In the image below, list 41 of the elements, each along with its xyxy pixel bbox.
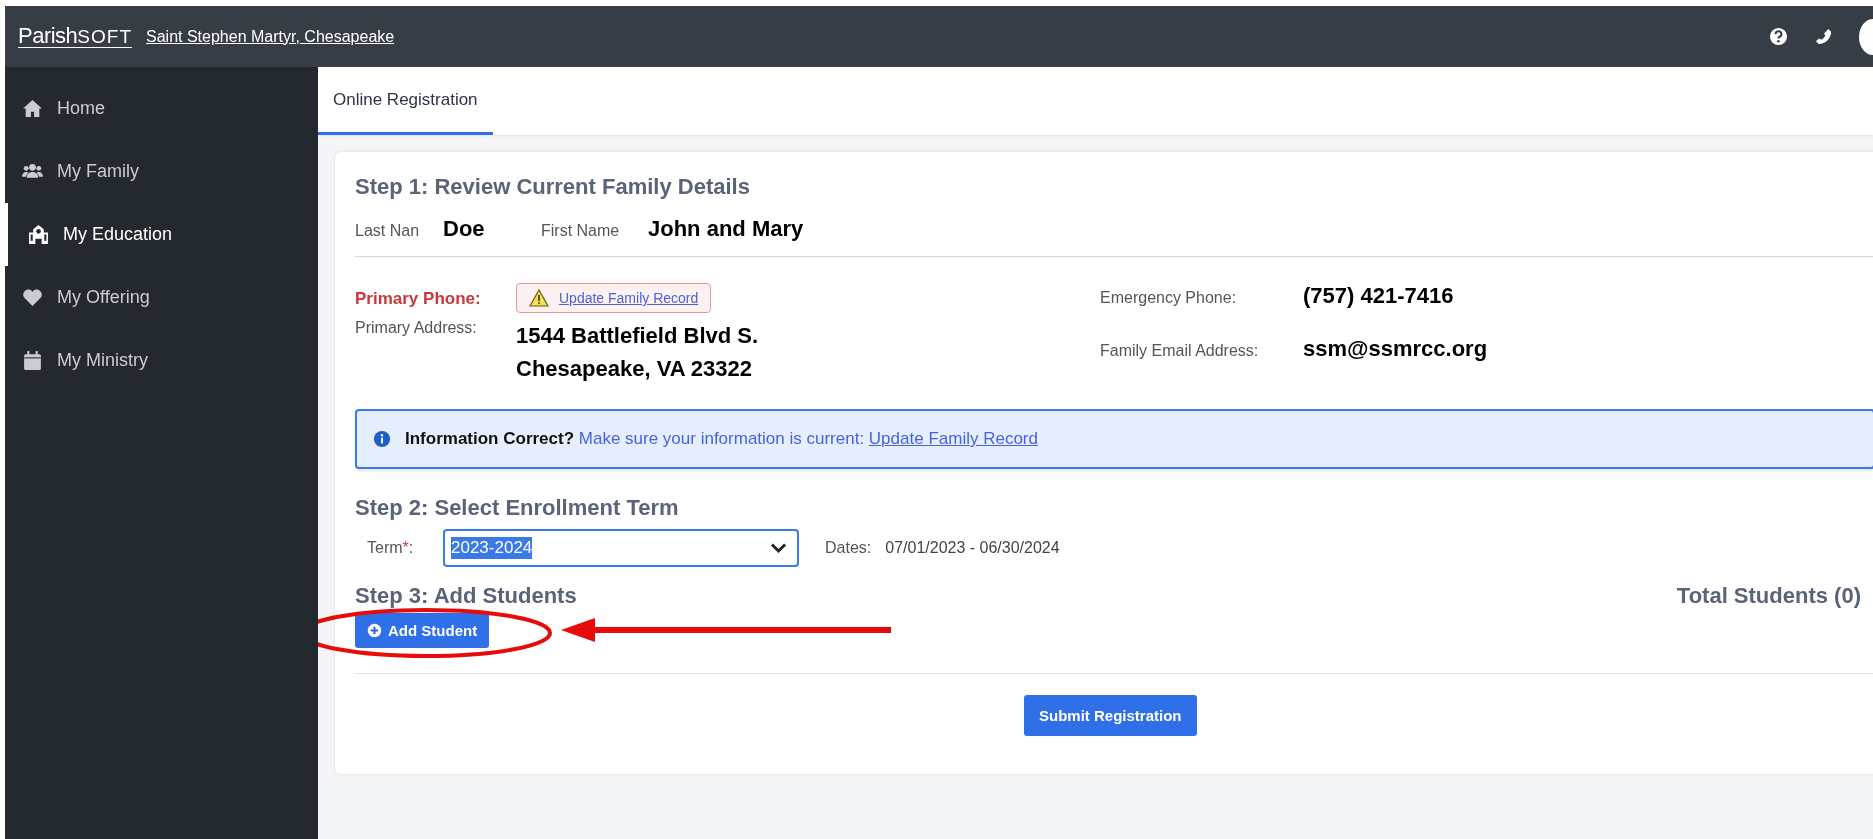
- sidebar-item[interactable]: My Offering: [5, 266, 318, 329]
- sidebar-item[interactable]: My Ministry: [5, 329, 318, 392]
- field-value: ssm@ssmrcc.org: [1303, 336, 1488, 362]
- field-label: Family Email Address:: [1100, 342, 1260, 360]
- field-label: Primary Address:: [355, 319, 478, 337]
- update-record-link[interactable]: Update Family Record: [868, 429, 1038, 448]
- sidebar-item[interactable]: My Family: [5, 140, 318, 203]
- plus-circle-icon: [367, 623, 382, 638]
- field-label: Last Nan: [355, 222, 421, 240]
- sidebar-item[interactable]: Home: [5, 77, 318, 140]
- phone-icon[interactable]: [1814, 27, 1833, 46]
- field-value: John and Mary: [648, 216, 804, 242]
- update-record-link[interactable]: Update Family Record: [559, 290, 699, 306]
- calendar-icon: [22, 350, 43, 371]
- field-value: Doe: [443, 216, 486, 242]
- help-icon[interactable]: [1769, 27, 1788, 46]
- tab[interactable]: Online Registration: [318, 67, 493, 135]
- chevron-down-icon: [770, 542, 787, 554]
- date-range: 07/01/2023 - 06/30/2024: [885, 539, 1060, 557]
- step-heading: Step 3: Add Students: [355, 583, 577, 609]
- home-icon: [22, 98, 43, 119]
- field-label: Primary Phone:: [355, 288, 482, 309]
- parish-link[interactable]: Saint Stephen Martyr, Chesapeake: [146, 27, 395, 46]
- field-label: Term*:: [367, 539, 415, 557]
- logo[interactable]: ParishSOFT: [18, 25, 133, 48]
- field-value: (757) 421-7416: [1303, 283, 1455, 309]
- field-label: Emergency Phone:: [1100, 289, 1238, 307]
- field-label: First Name: [541, 222, 621, 240]
- heart-icon: [22, 287, 43, 308]
- field-label: Dates:: [825, 539, 872, 557]
- step-heading: Step 1: Review Current Family Details: [355, 174, 751, 200]
- school-icon: [28, 224, 49, 245]
- submit-registration-button[interactable]: Submit Registration: [1024, 695, 1197, 736]
- alert-message: Information Correct? Make sure your information is current: Update Family Record: [405, 429, 1038, 449]
- add-student-button[interactable]: Add Student: [355, 613, 490, 648]
- warning-icon: [529, 289, 549, 307]
- total-students: Total Students (0): [1676, 583, 1861, 609]
- address-value: 1544 Battlefield Blvd S. Chesapeake, VA 23322: [516, 322, 760, 383]
- step-heading: Step 2: Select Enrollment Term: [355, 495, 680, 521]
- info-icon: [373, 430, 391, 448]
- term-select[interactable]: 2023-2024: [443, 529, 799, 567]
